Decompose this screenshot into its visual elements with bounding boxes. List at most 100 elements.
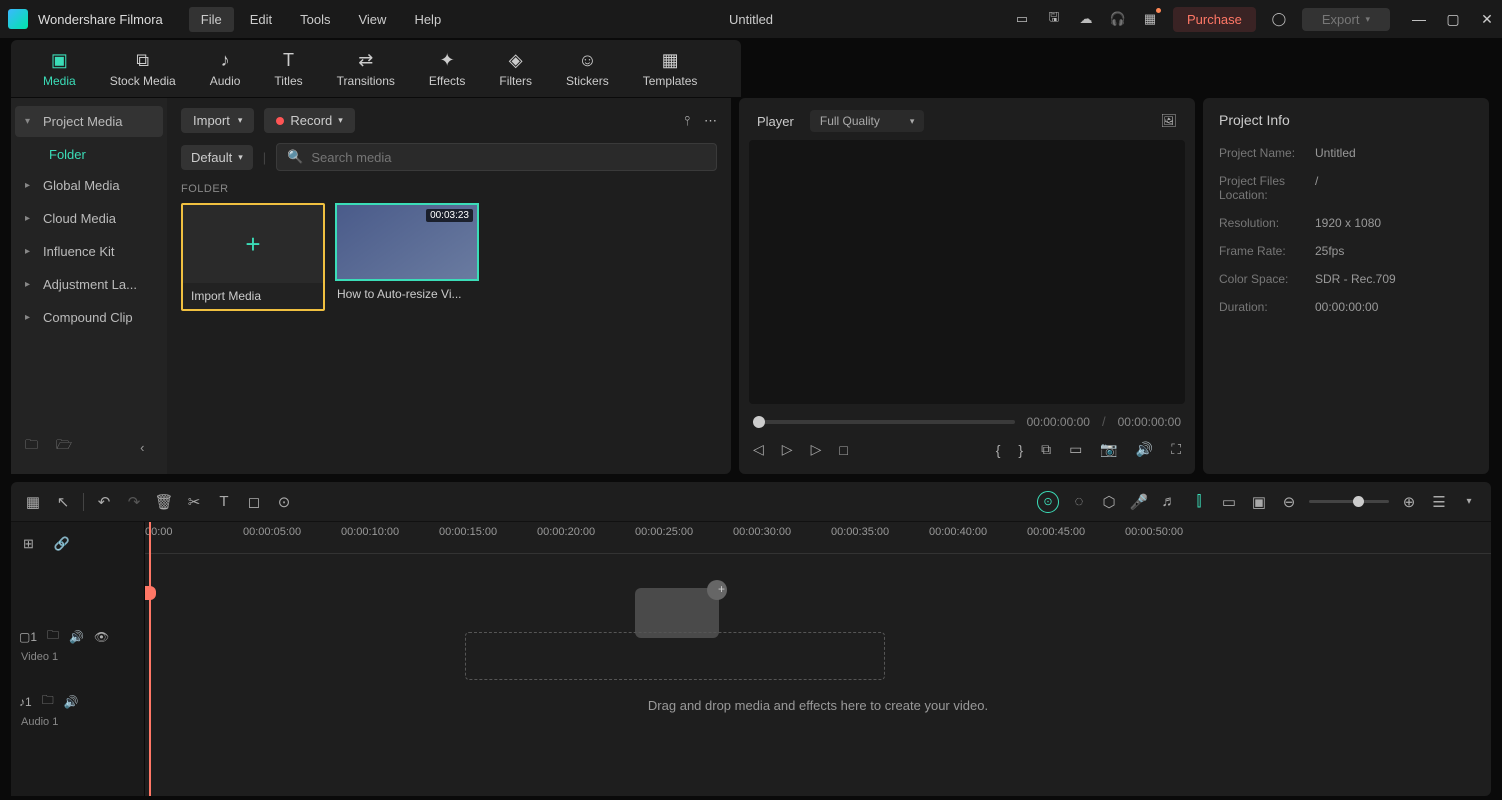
sidebar-global-media[interactable]: ▸Global Media (15, 170, 163, 201)
tab-effects[interactable]: ✦Effects (417, 46, 477, 92)
screen-icon[interactable]: ▭ (1069, 441, 1082, 458)
track-options-button[interactable]: ☰ (1429, 492, 1449, 512)
collapse-sidebar-icon[interactable]: ‹ (140, 440, 144, 455)
menu-view[interactable]: View (346, 7, 398, 32)
text-button[interactable]: T (214, 492, 234, 512)
chevron-down-icon: ▾ (338, 115, 343, 126)
tab-filters[interactable]: ◈Filters (487, 46, 544, 92)
render-button[interactable]: ▭ (1219, 492, 1239, 512)
mark-in-button[interactable]: { (996, 442, 1001, 458)
zoom-out-button[interactable]: ⊖ (1279, 492, 1299, 512)
scrub-bar[interactable] (753, 420, 1015, 424)
mute-icon[interactable]: 🔊 (64, 695, 79, 709)
import-media-card[interactable]: + Import Media (181, 203, 325, 311)
tab-templates[interactable]: ▦Templates (631, 46, 710, 92)
purchase-button[interactable]: Purchase (1173, 7, 1256, 32)
tab-media[interactable]: ▣Media (31, 46, 88, 92)
import-button[interactable]: Import▾ (181, 108, 254, 133)
pointer-icon[interactable]: ↖ (53, 492, 73, 512)
snapshot-button[interactable]: ▣ (1249, 492, 1269, 512)
color-button[interactable]: ◌ (1069, 492, 1089, 512)
zoom-in-button[interactable]: ⊕ (1399, 492, 1419, 512)
lock-icon[interactable]: 🗀 (47, 626, 59, 647)
player-canvas[interactable] (749, 140, 1185, 404)
timeline-ruler[interactable]: 00:0000:00:05:0000:00:10:0000:00:15:0000… (145, 522, 1491, 554)
save-icon[interactable]: 🖫 (1045, 10, 1063, 28)
undo-button[interactable]: ↶ (94, 492, 114, 512)
more-icon[interactable]: ⋯ (704, 113, 717, 129)
prev-frame-button[interactable]: ◁ (753, 441, 764, 458)
sidebar-cloud-media[interactable]: ▸Cloud Media (15, 203, 163, 234)
camera-icon[interactable]: 📷 (1100, 441, 1117, 458)
zoom-handle[interactable] (1353, 496, 1364, 507)
playhead[interactable] (149, 522, 151, 796)
mute-icon[interactable]: 🔊 (69, 630, 84, 644)
headphones-icon[interactable]: 🎧 (1109, 10, 1127, 28)
sidebar-folder[interactable]: Folder (15, 139, 163, 170)
record-button[interactable]: Record▾ (264, 108, 354, 133)
tab-audio[interactable]: ♪Audio (198, 46, 253, 92)
crop-button[interactable]: ◻ (244, 492, 264, 512)
search-media-input[interactable]: 🔍 (276, 143, 717, 171)
sidebar-adjustment-layer[interactable]: ▸Adjustment La... (15, 269, 163, 300)
player-tab[interactable]: Player (757, 114, 794, 129)
audio-track-header[interactable]: ♪1 🗀 🔊 (19, 689, 136, 714)
grid-icon[interactable]: ▦ (23, 492, 43, 512)
lock-icon[interactable]: 🗀 (42, 691, 54, 712)
scrub-handle[interactable] (753, 416, 765, 428)
chevron-down-icon[interactable]: ▾ (1459, 492, 1479, 512)
menu-edit[interactable]: Edit (238, 7, 284, 32)
video-track-header[interactable]: ▢1 🗀 🔊 👁 (19, 624, 136, 649)
tab-stickers[interactable]: ☺Stickers (554, 46, 621, 92)
music-button[interactable]: ♬ (1159, 492, 1179, 512)
mixer-button[interactable]: ⫿ (1189, 492, 1209, 512)
play-button[interactable]: ▷ (811, 441, 822, 458)
delete-button[interactable]: 🗑 (154, 492, 174, 512)
sort-dropdown[interactable]: Default▾ (181, 145, 253, 170)
media-clip-card[interactable]: 00:03:23 How to Auto-resize Vi... (335, 203, 479, 311)
menu-help[interactable]: Help (402, 7, 453, 32)
compare-icon[interactable]: ⧉ (1041, 441, 1051, 458)
close-button[interactable]: ✕ (1480, 12, 1494, 26)
menu-tools[interactable]: Tools (288, 7, 342, 32)
next-frame-button[interactable]: ▷ (782, 441, 793, 458)
tab-transitions[interactable]: ⇄Transitions (325, 46, 407, 92)
fullscreen-icon[interactable]: ⛶ (1171, 441, 1181, 458)
volume-icon[interactable]: 🔊 (1136, 441, 1153, 458)
menu-file[interactable]: File (189, 7, 234, 32)
filter-icon[interactable]: ⫯ (684, 113, 690, 129)
timeline-canvas[interactable]: 00:0000:00:05:0000:00:10:0000:00:15:0000… (145, 522, 1491, 796)
sidebar-project-media[interactable]: ▾Project Media (15, 106, 163, 137)
stop-button[interactable]: □ (839, 442, 847, 458)
redo-button[interactable]: ↷ (124, 492, 144, 512)
export-button[interactable]: Export▾ (1302, 8, 1390, 31)
tab-titles[interactable]: TTitles (262, 46, 314, 92)
sidebar-compound-clip[interactable]: ▸Compound Clip (15, 302, 163, 333)
tab-stock-media[interactable]: ⧉Stock Media (98, 46, 188, 92)
plus-icon: + (245, 229, 260, 260)
track-link-icon[interactable]: 🔗 (54, 536, 70, 552)
account-icon[interactable]: ◯ (1270, 10, 1288, 28)
speed-button[interactable]: ⊙ (274, 492, 294, 512)
track-add-icon[interactable]: ⊞ (23, 536, 34, 552)
mark-out-button[interactable]: } (1018, 442, 1023, 458)
cloud-icon[interactable]: ☁ (1077, 10, 1095, 28)
marker-button[interactable]: ⬡ (1099, 492, 1119, 512)
folder-icon[interactable]: 🗁 (56, 436, 72, 458)
apps-icon[interactable]: ▦ (1141, 10, 1159, 28)
new-folder-icon[interactable]: 🗀 (25, 436, 38, 458)
drop-zone[interactable] (465, 632, 885, 680)
split-button[interactable]: ✂ (184, 492, 204, 512)
zoom-slider[interactable] (1309, 500, 1389, 503)
visible-icon[interactable]: 👁 (94, 630, 109, 644)
auto-icon[interactable]: ⊙ (1037, 491, 1059, 513)
monitor-icon[interactable]: ▭ (1013, 10, 1031, 28)
quality-dropdown[interactable]: Full Quality▾ (810, 110, 925, 132)
voiceover-button[interactable]: 🎤 (1129, 492, 1149, 512)
info-colorspace-label: Color Space: (1219, 272, 1315, 286)
snapshot-icon[interactable]: 🖼 (1160, 113, 1177, 129)
search-field[interactable] (311, 150, 706, 165)
maximize-button[interactable]: ▢ (1446, 12, 1460, 26)
minimize-button[interactable]: — (1412, 12, 1426, 26)
sidebar-influence-kit[interactable]: ▸Influence Kit (15, 236, 163, 267)
